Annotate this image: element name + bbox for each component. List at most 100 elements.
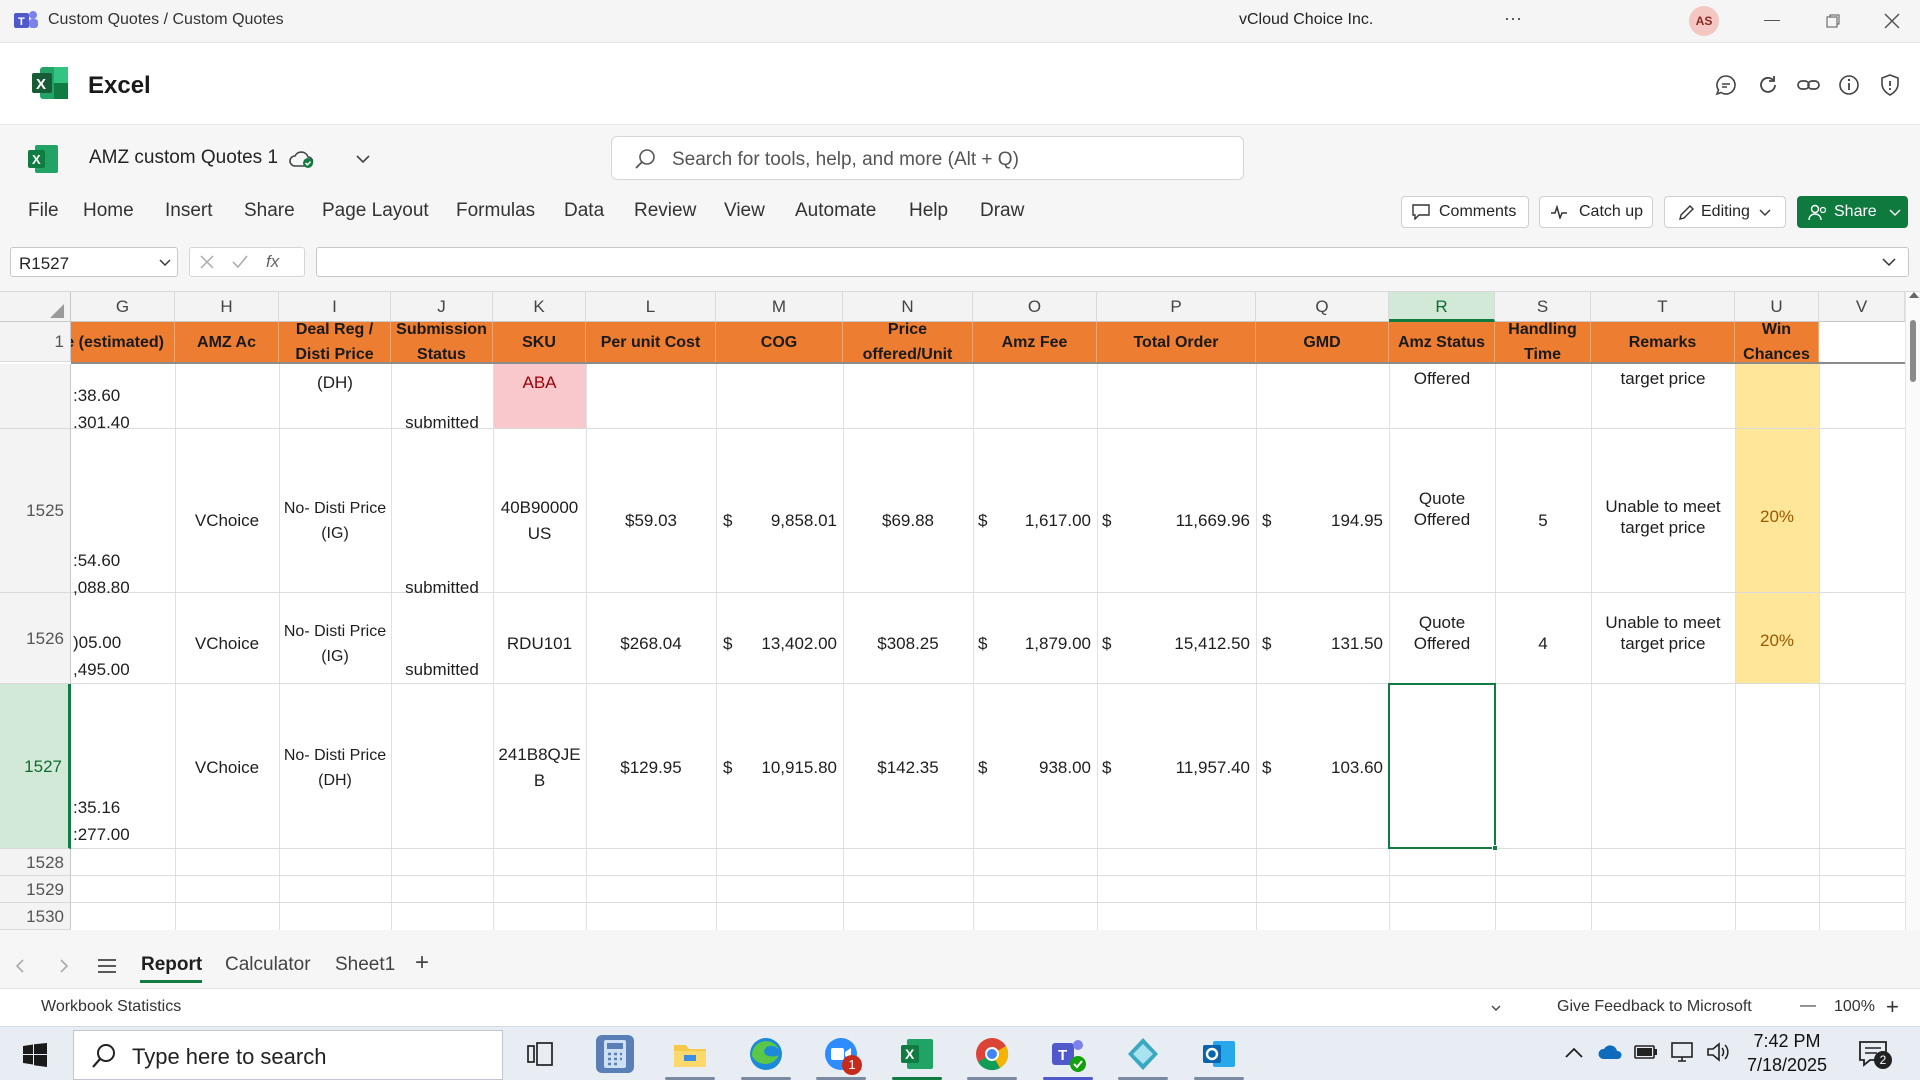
cell-g1526-a[interactable]: )05.00 <box>73 632 121 653</box>
cell-g1525-b[interactable]: ,088.80 <box>73 577 130 598</box>
cell-p1527[interactable]: 11,957.40 <box>1097 757 1250 778</box>
cell-k1524[interactable]: ABA <box>493 372 586 393</box>
workbook-statistics-button[interactable]: Workbook Statistics <box>41 998 181 1016</box>
row-header-1529[interactable]: 1529 <box>0 876 71 903</box>
cell-k1526[interactable]: RDU101 <box>493 633 586 654</box>
column-header-j[interactable]: J <box>391 292 493 322</box>
sheet-tab-calculator[interactable]: Calculator <box>225 954 311 976</box>
cell-g1526-b[interactable]: ,495.00 <box>73 659 130 680</box>
header-cell-gmd[interactable]: GMD <box>1256 322 1389 362</box>
minimize-icon[interactable] <box>1764 20 1780 21</box>
cell-r1525[interactable]: Quote Offered <box>1389 488 1495 530</box>
spreadsheet-grid[interactable]: G H I J K L M N O P Q R S T U V 1 e (est… <box>0 292 1920 930</box>
active-cell-r1527[interactable] <box>1388 683 1496 849</box>
column-header-r[interactable]: R <box>1389 292 1495 322</box>
column-header-s[interactable]: S <box>1495 292 1591 322</box>
feedback-link[interactable]: Give Feedback to Microsoft <box>1557 998 1752 1016</box>
onedrive-icon[interactable] <box>1597 1042 1623 1062</box>
cell-i1526[interactable]: No- Disti Price (IG) <box>279 619 391 669</box>
chevron-down-icon[interactable] <box>1882 258 1896 267</box>
cell-u1525[interactable]: 20% <box>1735 506 1819 527</box>
comments-button[interactable]: Comments <box>1401 196 1529 228</box>
chat-icon[interactable] <box>1714 73 1738 97</box>
share-button[interactable]: Share <box>1797 196 1908 228</box>
task-view-icon[interactable] <box>526 1041 554 1067</box>
header-cell-amz-fee[interactable]: Amz Fee <box>973 322 1097 362</box>
header-cell-remarks[interactable]: Remarks <box>1591 322 1735 362</box>
zoom-level[interactable]: 100% <box>1834 998 1875 1016</box>
header-cell-amz-account[interactable]: AMZ Ac <box>175 322 279 362</box>
calculator-app-icon[interactable] <box>596 1035 634 1073</box>
refresh-icon[interactable] <box>1756 73 1780 97</box>
cell-l1526[interactable]: $268.04 <box>586 633 716 654</box>
outlook-app-icon[interactable] <box>1200 1035 1238 1073</box>
insert-function-button[interactable]: fx <box>266 252 279 272</box>
cell-i1524[interactable]: (DH) <box>279 372 391 393</box>
cell-j1526[interactable]: submitted <box>391 659 493 680</box>
cell-m1526[interactable]: 13,402.00 <box>716 633 837 654</box>
menu-help[interactable]: Help <box>909 200 948 222</box>
row-header-1[interactable]: 1 <box>0 322 71 362</box>
sheet-tab-sheet1[interactable]: Sheet1 <box>335 954 395 976</box>
column-header-k[interactable]: K <box>493 292 586 322</box>
formula-input[interactable] <box>316 247 1909 277</box>
notifications-icon[interactable]: 2 <box>1858 1039 1892 1069</box>
file-explorer-icon[interactable] <box>671 1035 709 1073</box>
cell-j1524[interactable]: submitted <box>391 412 493 433</box>
row-header-1524[interactable] <box>0 364 71 429</box>
column-header-g[interactable]: G <box>71 292 175 322</box>
header-cell-price-estimated[interactable]: e (estimated) <box>71 322 175 362</box>
column-header-u[interactable]: U <box>1735 292 1819 322</box>
chevron-right-icon[interactable] <box>59 959 69 973</box>
row-header-1527[interactable]: 1527 <box>0 684 71 849</box>
windows-start-icon[interactable] <box>23 1043 47 1067</box>
shield-icon[interactable] <box>1878 73 1902 97</box>
name-box[interactable]: R1527 <box>10 247 178 277</box>
row-header-1530[interactable]: 1530 <box>0 903 71 930</box>
cell-o1526[interactable]: 1,879.00 <box>973 633 1091 654</box>
header-cell-cog[interactable]: COG <box>716 322 843 362</box>
header-cell-per-unit-cost[interactable]: Per unit Cost <box>586 322 716 362</box>
clock-date[interactable]: 7/18/2025 <box>1746 1055 1828 1076</box>
cell-r1526[interactable]: Quote Offered <box>1389 612 1495 654</box>
cell-j1525[interactable]: submitted <box>391 577 493 598</box>
edge-browser-icon[interactable] <box>747 1035 785 1073</box>
menu-review[interactable]: Review <box>634 200 696 222</box>
volume-icon[interactable] <box>1706 1041 1730 1063</box>
cell-n1525[interactable]: $69.88 <box>843 510 973 531</box>
header-cell-deal-reg[interactable]: Deal Reg / Disti Price <box>279 322 391 362</box>
menu-data[interactable]: Data <box>564 200 604 222</box>
cell-u1526[interactable]: 20% <box>1735 630 1819 651</box>
vertical-scroll-thumb[interactable] <box>1910 320 1916 382</box>
menu-page-layout[interactable]: Page Layout <box>322 200 429 222</box>
document-name[interactable]: AMZ custom Quotes 1 <box>89 147 278 169</box>
column-header-i[interactable]: I <box>279 292 391 322</box>
cell-g1524-b[interactable]: .301.40 <box>73 412 130 433</box>
sheet-tab-report[interactable]: Report <box>141 954 202 976</box>
cell-m1525[interactable]: 9,858.01 <box>716 510 837 531</box>
row-header-1525[interactable]: 1525 <box>0 429 71 593</box>
cell-k1527[interactable]: 241B8QJE B <box>493 742 586 794</box>
cell-h1525[interactable]: VChoice <box>175 510 279 531</box>
cell-t1524[interactable]: target price <box>1591 368 1735 389</box>
column-header-q[interactable]: Q <box>1256 292 1389 322</box>
header-cell-amz-status[interactable]: Amz Status <box>1389 322 1495 362</box>
cell-k1525[interactable]: 40B90000 US <box>493 495 586 547</box>
cell-l1525[interactable]: $59.03 <box>586 510 716 531</box>
cell-i1525[interactable]: No- Disti Price (IG) <box>279 496 391 546</box>
column-header-l[interactable]: L <box>586 292 716 322</box>
network-icon[interactable] <box>1670 1041 1696 1063</box>
cell-t1525[interactable]: Unable to meet target price <box>1591 496 1735 538</box>
column-header-h[interactable]: H <box>175 292 279 322</box>
excel-taskbar-icon[interactable]: X <box>898 1035 936 1073</box>
all-sheets-menu-icon[interactable] <box>98 959 116 973</box>
header-cell-total-order[interactable]: Total Order <box>1097 322 1256 362</box>
column-header-t[interactable]: T <box>1591 292 1735 322</box>
cell-q1527[interactable]: 103.60 <box>1256 757 1383 778</box>
chrome-browser-icon[interactable] <box>973 1035 1011 1073</box>
zoom-in-button[interactable]: + <box>1886 994 1899 1020</box>
menu-automate[interactable]: Automate <box>795 200 876 222</box>
chevron-down-icon[interactable] <box>356 154 370 164</box>
zoom-app-icon[interactable]: 1 <box>822 1035 862 1075</box>
column-header-m[interactable]: M <box>716 292 843 322</box>
